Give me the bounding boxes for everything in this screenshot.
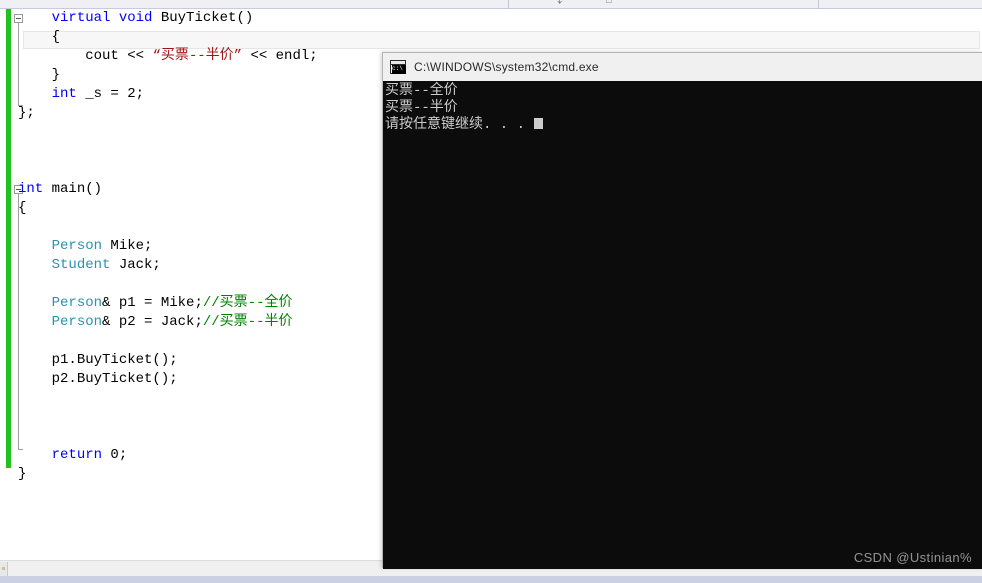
code-token: void xyxy=(118,10,153,26)
code-token: << endl; xyxy=(242,48,318,64)
code-token: } xyxy=(18,466,27,482)
code-token: 0; xyxy=(102,447,128,463)
code-line: p2.BuyTicket(); xyxy=(18,370,318,389)
code-token: { xyxy=(18,200,27,216)
window-bottom-chrome xyxy=(0,576,982,583)
toolbar-glyph-right[interactable]: □ xyxy=(606,0,611,5)
toolbar-divider xyxy=(508,0,509,9)
console-title: C:\WINDOWS\system32\cmd.exe xyxy=(414,60,599,74)
console-line: 请按任意键继续. . . xyxy=(385,117,982,134)
code-token: Person xyxy=(51,238,103,254)
console-cursor xyxy=(534,118,544,129)
code-token: virtual xyxy=(51,10,111,26)
code-line: } xyxy=(18,66,318,85)
console-output[interactable]: 买票--全价 买票--半价 请按任意键继续. . . xyxy=(383,81,982,569)
code-token: p1.BuyTicket(); xyxy=(51,352,178,368)
code-token: //买票--全价 xyxy=(202,295,293,311)
code-token: return xyxy=(51,447,103,463)
code-token: int xyxy=(51,86,77,102)
code-token: p2.BuyTicket(); xyxy=(51,371,178,387)
code-token: { xyxy=(51,29,61,45)
code-line: { xyxy=(18,199,318,218)
code-line: cout << “买票--半价” << endl; xyxy=(18,47,318,66)
code-token: //买票--半价 xyxy=(202,314,293,330)
code-token: _s = 2; xyxy=(76,86,145,102)
toolbar-divider xyxy=(818,0,819,9)
code-token: main() xyxy=(43,181,103,197)
code-line: int main() xyxy=(18,180,318,199)
console-line: 买票--半价 xyxy=(385,100,458,116)
code-text[interactable]: virtual void BuyTicket() { cout << “买票--… xyxy=(18,9,318,484)
change-tracking-tick xyxy=(6,9,9,12)
code-token: Mike; xyxy=(102,238,153,254)
code-line: virtual void BuyTicket() xyxy=(18,9,318,28)
code-token: }; xyxy=(18,105,35,121)
cmd-icon xyxy=(390,60,406,74)
code-token: & p1 = Mike; xyxy=(102,295,203,311)
code-token: cout << xyxy=(85,48,153,64)
code-line: { xyxy=(18,28,318,47)
code-token: “买票--半价” xyxy=(152,48,243,64)
code-line: int _s = 2; xyxy=(18,85,318,104)
scrollbar-marker xyxy=(2,567,5,570)
console-titlebar[interactable]: C:\WINDOWS\system32\cmd.exe xyxy=(383,53,982,81)
code-line: Person& p2 = Jack;//买票--半价 xyxy=(18,313,318,332)
scrollbar-thumb[interactable] xyxy=(0,562,8,576)
console-line: 买票--全价 xyxy=(385,83,458,99)
top-toolbar-sliver: ⤵ □ xyxy=(0,0,982,9)
watermark: CSDN @Ustinian% xyxy=(853,550,972,565)
code-token: & p2 = Jack; xyxy=(102,314,203,330)
screen-root: ⤵ □ virtual void BuyTicket() { cout << “… xyxy=(0,0,982,583)
code-line: Person Mike; xyxy=(18,237,318,256)
toolbar-glyph-left[interactable]: ⤵ xyxy=(553,0,562,5)
code-line: Person& p1 = Mike;//买票--全价 xyxy=(18,294,318,313)
code-line: } xyxy=(18,465,318,484)
code-token: Person xyxy=(51,314,103,330)
code-token: } xyxy=(51,67,61,83)
code-token: Person xyxy=(51,295,103,311)
code-line: }; xyxy=(18,104,318,123)
code-token: int xyxy=(18,181,44,197)
code-line: Student Jack; xyxy=(18,256,318,275)
code-token: Jack; xyxy=(110,257,161,273)
code-line: p1.BuyTicket(); xyxy=(18,351,318,370)
console-window[interactable]: C:\WINDOWS\system32\cmd.exe 买票--全价买票--半价… xyxy=(382,52,982,569)
code-line: return 0; xyxy=(18,446,318,465)
code-token: Student xyxy=(51,257,111,273)
code-token: BuyTicket() xyxy=(152,10,254,26)
